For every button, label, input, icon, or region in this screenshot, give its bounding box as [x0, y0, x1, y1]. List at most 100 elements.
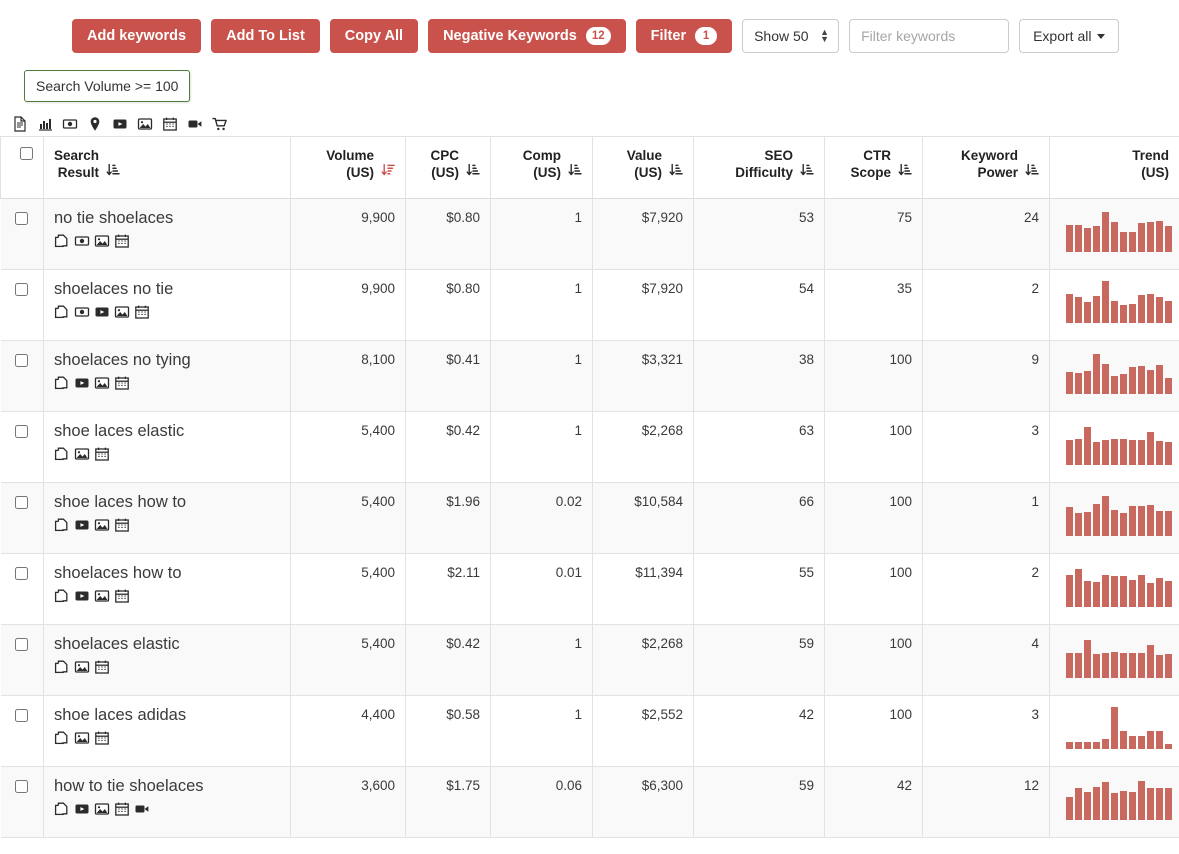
calendar-icon[interactable]	[114, 588, 130, 604]
copy-all-button[interactable]: Copy All	[330, 19, 418, 53]
money-icon[interactable]	[74, 304, 90, 320]
legend-bar-chart-icon[interactable]	[37, 116, 53, 132]
keyword-text[interactable]: shoelaces no tying	[54, 349, 280, 371]
copy-icon[interactable]	[54, 517, 70, 533]
filter-button[interactable]: Filter 1	[636, 19, 732, 53]
copy-icon[interactable]	[54, 801, 70, 817]
column-header-cpc[interactable]: CPC(US)	[406, 137, 491, 199]
trend-bar	[1066, 742, 1073, 749]
keyword-text[interactable]: shoe laces how to	[54, 491, 280, 513]
keyword-power-cell: 9	[923, 341, 1050, 412]
keyword-text[interactable]: shoe laces adidas	[54, 704, 280, 726]
negative-keywords-button[interactable]: Negative Keywords 12	[428, 19, 626, 53]
image-icon[interactable]	[94, 588, 110, 604]
copy-icon[interactable]	[54, 375, 70, 391]
image-icon[interactable]	[74, 446, 90, 462]
row-select-checkbox[interactable]	[15, 212, 28, 225]
row-select-checkbox[interactable]	[15, 425, 28, 438]
copy-icon[interactable]	[54, 446, 70, 462]
sort-keyword-icon[interactable]	[106, 147, 120, 180]
trend-bar	[1129, 580, 1136, 607]
sort-value-icon[interactable]	[669, 147, 683, 180]
column-header-ctr[interactable]: CTRScope	[825, 137, 923, 199]
image-icon[interactable]	[94, 375, 110, 391]
keyword-text[interactable]: shoe laces elastic	[54, 420, 280, 442]
legend-video-camera-icon[interactable]	[187, 116, 203, 132]
sort-cpc-icon[interactable]	[466, 147, 480, 180]
image-icon[interactable]	[114, 304, 130, 320]
image-icon[interactable]	[94, 517, 110, 533]
image-icon[interactable]	[94, 233, 110, 249]
calendar-icon[interactable]	[94, 659, 110, 675]
column-header-seo[interactable]: SEODifficulty	[694, 137, 825, 199]
image-icon[interactable]	[94, 801, 110, 817]
copy-icon[interactable]	[54, 588, 70, 604]
row-select-checkbox[interactable]	[15, 709, 28, 722]
sort-seo-icon[interactable]	[800, 147, 814, 180]
row-select-checkbox[interactable]	[15, 354, 28, 367]
video-play-icon[interactable]	[74, 517, 90, 533]
copy-icon[interactable]	[54, 659, 70, 675]
trend-bar	[1120, 791, 1127, 820]
filter-keywords-input[interactable]	[849, 19, 1009, 53]
image-icon[interactable]	[74, 659, 90, 675]
legend-location-pin-icon[interactable]	[87, 116, 103, 132]
video-camera-icon[interactable]	[134, 801, 150, 817]
copy-icon[interactable]	[54, 730, 70, 746]
video-play-icon[interactable]	[74, 375, 90, 391]
sort-power-icon[interactable]	[1025, 147, 1039, 180]
trend-bar	[1066, 575, 1073, 607]
legend-image-icon[interactable]	[137, 116, 153, 132]
legend-shopping-cart-icon[interactable]	[212, 116, 228, 132]
money-icon[interactable]	[74, 233, 90, 249]
row-select-checkbox[interactable]	[15, 283, 28, 296]
image-icon[interactable]	[74, 730, 90, 746]
sort-ctr-icon[interactable]	[898, 147, 912, 180]
column-header-value[interactable]: Value(US)	[593, 137, 694, 199]
legend-money-icon[interactable]	[62, 116, 78, 132]
sort-comp-icon[interactable]	[568, 147, 582, 180]
keyword-text[interactable]: how to tie shoelaces	[54, 775, 280, 797]
trend-cell	[1050, 554, 1179, 625]
row-select-checkbox[interactable]	[15, 567, 28, 580]
calendar-icon[interactable]	[114, 233, 130, 249]
column-header-power[interactable]: KeywordPower	[923, 137, 1050, 199]
comp-cell: 1	[491, 625, 593, 696]
legend-calendar-icon[interactable]	[162, 116, 178, 132]
calendar-icon[interactable]	[134, 304, 150, 320]
video-play-icon[interactable]	[94, 304, 110, 320]
video-play-icon[interactable]	[74, 801, 90, 817]
legend-document-icon[interactable]	[12, 116, 28, 132]
keyword-cell: shoelaces no tying	[44, 341, 291, 412]
column-header-comp[interactable]: Comp(US)	[491, 137, 593, 199]
calendar-icon[interactable]	[114, 517, 130, 533]
video-play-icon[interactable]	[74, 588, 90, 604]
ctr-scope-cell: 100	[825, 554, 923, 625]
keyword-text[interactable]: shoelaces no tie	[54, 278, 280, 300]
copy-icon[interactable]	[54, 304, 70, 320]
keyword-text[interactable]: no tie shoelaces	[54, 207, 280, 229]
calendar-icon[interactable]	[94, 730, 110, 746]
column-header-volume[interactable]: Volume(US)	[291, 137, 406, 199]
column-header-label: CTRScope	[850, 147, 891, 181]
copy-icon[interactable]	[54, 233, 70, 249]
row-select-checkbox[interactable]	[15, 496, 28, 509]
calendar-icon[interactable]	[94, 446, 110, 462]
rows-per-page-select[interactable]: Show 10Show 25Show 50Show 100	[742, 19, 839, 53]
add-to-list-button[interactable]: Add To List	[211, 19, 320, 53]
export-all-button[interactable]: Export all	[1019, 19, 1119, 53]
keyword-text[interactable]: shoelaces elastic	[54, 633, 280, 655]
column-header-keyword[interactable]: SearchResult	[44, 137, 291, 199]
row-select-checkbox[interactable]	[15, 780, 28, 793]
legend-video-play-icon[interactable]	[112, 116, 128, 132]
active-filter-chip[interactable]: Search Volume >= 100	[24, 70, 190, 102]
sort-volume-icon[interactable]	[381, 147, 395, 180]
calendar-icon[interactable]	[114, 375, 130, 391]
select-all-checkbox[interactable]	[20, 147, 33, 160]
row-select-checkbox[interactable]	[15, 638, 28, 651]
trend-bar	[1084, 228, 1091, 252]
add-keywords-button[interactable]: Add keywords	[72, 19, 201, 53]
keyword-text[interactable]: shoelaces how to	[54, 562, 280, 584]
calendar-icon[interactable]	[114, 801, 130, 817]
comp-cell: 0.01	[491, 554, 593, 625]
